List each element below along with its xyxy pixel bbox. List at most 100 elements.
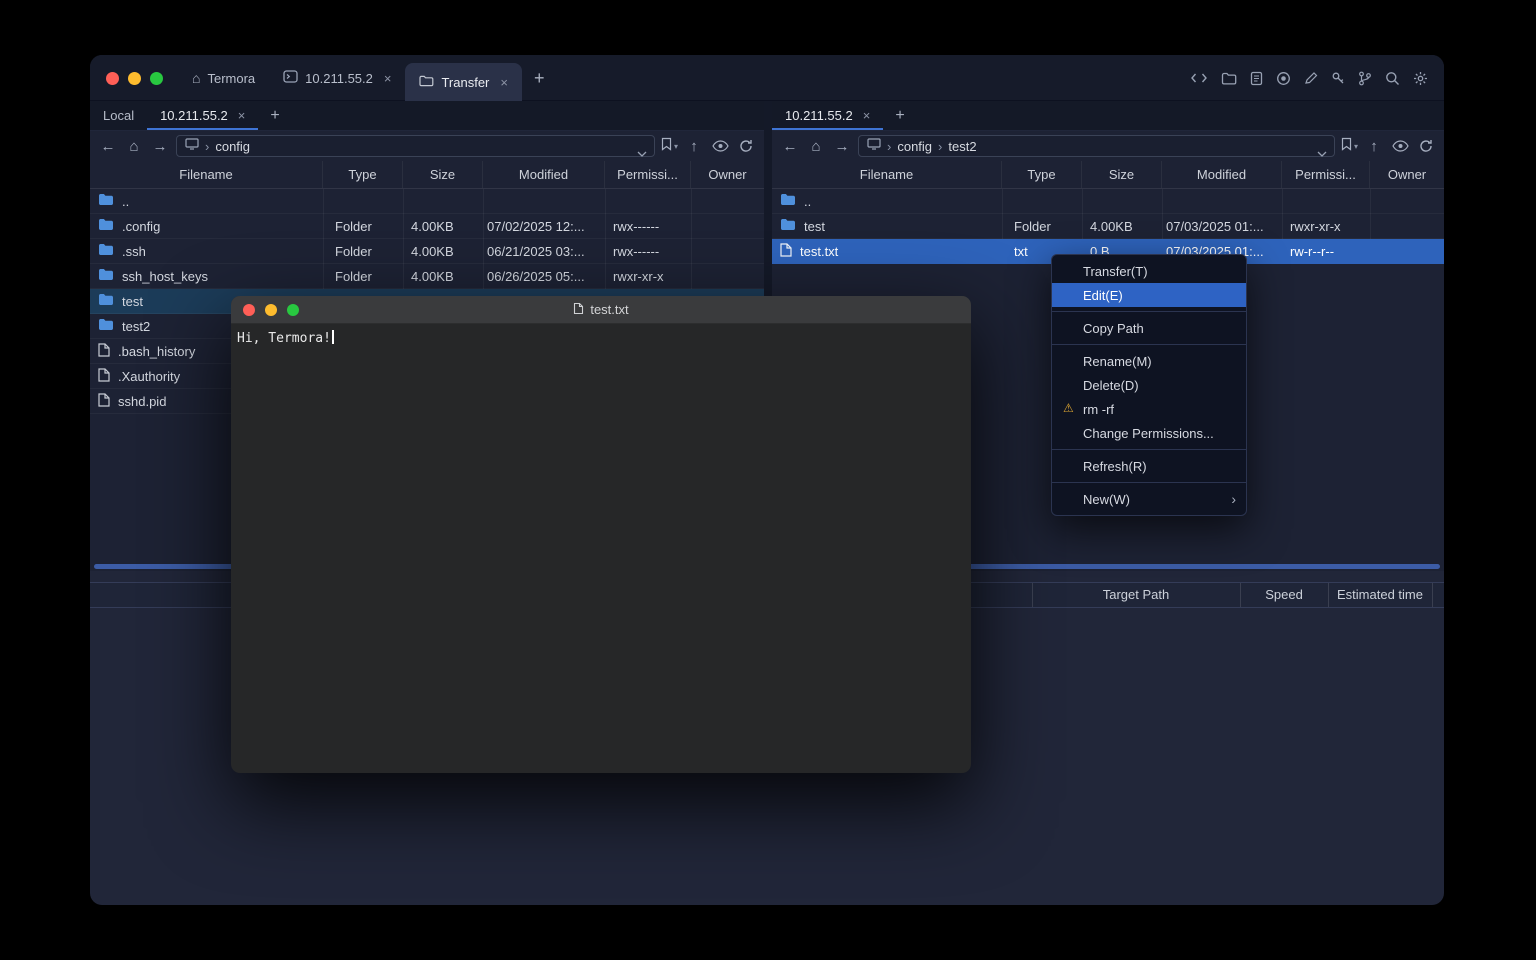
editor-content[interactable]: Hi, Termora! bbox=[231, 324, 971, 353]
file-name: .Xauthority bbox=[118, 369, 180, 384]
back-icon[interactable]: ← bbox=[98, 135, 118, 157]
breadcrumb-segment[interactable]: config bbox=[215, 139, 250, 154]
breadcrumb-segment[interactable]: config bbox=[897, 139, 932, 154]
computer-icon bbox=[185, 137, 199, 155]
document-icon bbox=[573, 302, 584, 318]
column-header-filename[interactable]: Filename bbox=[90, 161, 323, 188]
forward-icon[interactable]: → bbox=[150, 135, 170, 157]
breadcrumb-separator: › bbox=[938, 139, 942, 154]
chevron-down-icon[interactable] bbox=[1317, 144, 1327, 162]
home-icon[interactable]: ⌂ bbox=[806, 135, 826, 157]
new-panel-tab-button[interactable]: + bbox=[883, 101, 916, 130]
breadcrumb-separator: › bbox=[887, 139, 891, 154]
close-tab-icon[interactable]: × bbox=[238, 108, 246, 123]
tab-remote-host[interactable]: 10.211.55.2 × bbox=[772, 101, 883, 130]
table-row[interactable]: ssh_host_keys Folder 4.00KB 06/26/2025 0… bbox=[90, 264, 764, 289]
column-header-owner[interactable]: Owner bbox=[1370, 161, 1444, 188]
chevron-down-icon[interactable] bbox=[637, 144, 647, 162]
key-icon[interactable] bbox=[1331, 71, 1345, 85]
bookmark-button[interactable]: ▾ bbox=[1341, 137, 1358, 156]
table-row[interactable]: test Folder 4.00KB 07/03/2025 01:... rwx… bbox=[772, 214, 1444, 239]
pencil-icon[interactable] bbox=[1304, 71, 1318, 85]
breadcrumb-segment[interactable]: test2 bbox=[948, 139, 976, 154]
file-icon bbox=[98, 368, 110, 385]
tab-termora[interactable]: ⌂ Termora bbox=[178, 55, 269, 101]
search-icon[interactable] bbox=[1385, 71, 1400, 86]
minimize-window-button[interactable] bbox=[128, 72, 141, 85]
show-hidden-eye-icon[interactable] bbox=[710, 135, 730, 157]
column-header-target-path[interactable]: Target Path bbox=[1032, 583, 1240, 607]
refresh-icon[interactable] bbox=[736, 135, 756, 157]
close-tab-icon[interactable]: × bbox=[384, 71, 392, 86]
left-panel-tabs: Local 10.211.55.2 × + bbox=[90, 101, 764, 131]
tab-label: 10.211.55.2 bbox=[305, 71, 373, 86]
upload-icon[interactable]: ↑ bbox=[684, 135, 704, 157]
column-header-modified[interactable]: Modified bbox=[483, 161, 605, 188]
column-header-type[interactable]: Type bbox=[323, 161, 403, 188]
right-panel-tabs: 10.211.55.2 × + bbox=[772, 101, 1444, 131]
path-breadcrumb[interactable]: › config bbox=[176, 135, 655, 157]
branch-icon[interactable] bbox=[1358, 71, 1372, 86]
menu-item-copy-path[interactable]: Copy Path bbox=[1052, 316, 1246, 340]
menu-item-transfer[interactable]: Transfer(T) bbox=[1052, 259, 1246, 283]
tab-label: Termora bbox=[207, 71, 255, 86]
show-hidden-eye-icon[interactable] bbox=[1390, 135, 1410, 157]
folder-icon bbox=[98, 268, 114, 284]
tab-remote-host[interactable]: 10.211.55.2 × bbox=[147, 101, 258, 130]
column-header-speed[interactable]: Speed bbox=[1240, 583, 1328, 607]
table-row[interactable]: .. bbox=[90, 189, 764, 214]
log-icon[interactable] bbox=[1250, 71, 1263, 86]
menu-separator bbox=[1052, 482, 1246, 483]
table-row[interactable]: .. bbox=[772, 189, 1444, 214]
table-row[interactable]: .config Folder 4.00KB 07/02/2025 12:... … bbox=[90, 214, 764, 239]
file-name: .. bbox=[804, 194, 811, 209]
forward-icon[interactable]: → bbox=[832, 135, 852, 157]
code-icon[interactable] bbox=[1190, 71, 1208, 85]
path-breadcrumb[interactable]: › config › test2 bbox=[858, 135, 1335, 157]
table-row[interactable]: .ssh Folder 4.00KB 06/21/2025 03:... rwx… bbox=[90, 239, 764, 264]
column-header-permissions[interactable]: Permissi... bbox=[605, 161, 691, 188]
folder-icon[interactable] bbox=[1221, 72, 1237, 85]
tab-local[interactable]: Local bbox=[90, 101, 147, 130]
computer-icon bbox=[867, 137, 881, 155]
tab-transfer[interactable]: Transfer × bbox=[405, 63, 522, 101]
menu-item-refresh[interactable]: Refresh(R) bbox=[1052, 454, 1246, 478]
record-icon[interactable] bbox=[1276, 71, 1291, 86]
column-header-modified[interactable]: Modified bbox=[1162, 161, 1282, 188]
refresh-icon[interactable] bbox=[1416, 135, 1436, 157]
column-header-owner[interactable]: Owner bbox=[691, 161, 764, 188]
tab-host[interactable]: 10.211.55.2 × bbox=[269, 55, 405, 101]
back-icon[interactable]: ← bbox=[780, 135, 800, 157]
menu-item-delete[interactable]: Delete(D) bbox=[1052, 373, 1246, 397]
menu-item-edit[interactable]: Edit(E) bbox=[1052, 283, 1246, 307]
folder-icon bbox=[98, 243, 114, 259]
titlebar-actions bbox=[1190, 55, 1428, 101]
editor-titlebar[interactable]: test.txt bbox=[231, 296, 971, 324]
menu-item-new[interactable]: New(W)› bbox=[1052, 487, 1246, 511]
close-tab-icon[interactable]: × bbox=[863, 108, 871, 123]
new-panel-tab-button[interactable]: + bbox=[258, 101, 291, 130]
column-header-estimated-time[interactable]: Estimated time bbox=[1328, 583, 1432, 607]
file-icon bbox=[98, 393, 110, 410]
home-icon[interactable]: ⌂ bbox=[124, 135, 144, 157]
context-menu: Transfer(T) Edit(E) Copy Path Rename(M) … bbox=[1051, 254, 1247, 516]
tab-label: Transfer bbox=[441, 75, 489, 90]
zoom-window-button[interactable] bbox=[150, 72, 163, 85]
column-header-filename[interactable]: Filename bbox=[772, 161, 1002, 188]
menu-item-change-permissions[interactable]: Change Permissions... bbox=[1052, 421, 1246, 445]
settings-gear-icon[interactable] bbox=[1413, 71, 1428, 86]
close-tab-icon[interactable]: × bbox=[500, 75, 508, 90]
upload-icon[interactable]: ↑ bbox=[1364, 135, 1384, 157]
file-name: ssh_host_keys bbox=[122, 269, 208, 284]
column-header-size[interactable]: Size bbox=[1082, 161, 1162, 188]
column-header-size[interactable]: Size bbox=[403, 161, 483, 188]
new-tab-button[interactable]: + bbox=[522, 68, 557, 89]
column-header-permissions[interactable]: Permissi... bbox=[1282, 161, 1370, 188]
menu-item-rename[interactable]: Rename(M) bbox=[1052, 349, 1246, 373]
terminal-icon bbox=[283, 70, 298, 86]
menu-item-rm-rf[interactable]: ⚠rm -rf bbox=[1052, 397, 1246, 421]
menu-separator bbox=[1052, 449, 1246, 450]
close-window-button[interactable] bbox=[106, 72, 119, 85]
bookmark-button[interactable]: ▾ bbox=[661, 137, 678, 156]
column-header-type[interactable]: Type bbox=[1002, 161, 1082, 188]
